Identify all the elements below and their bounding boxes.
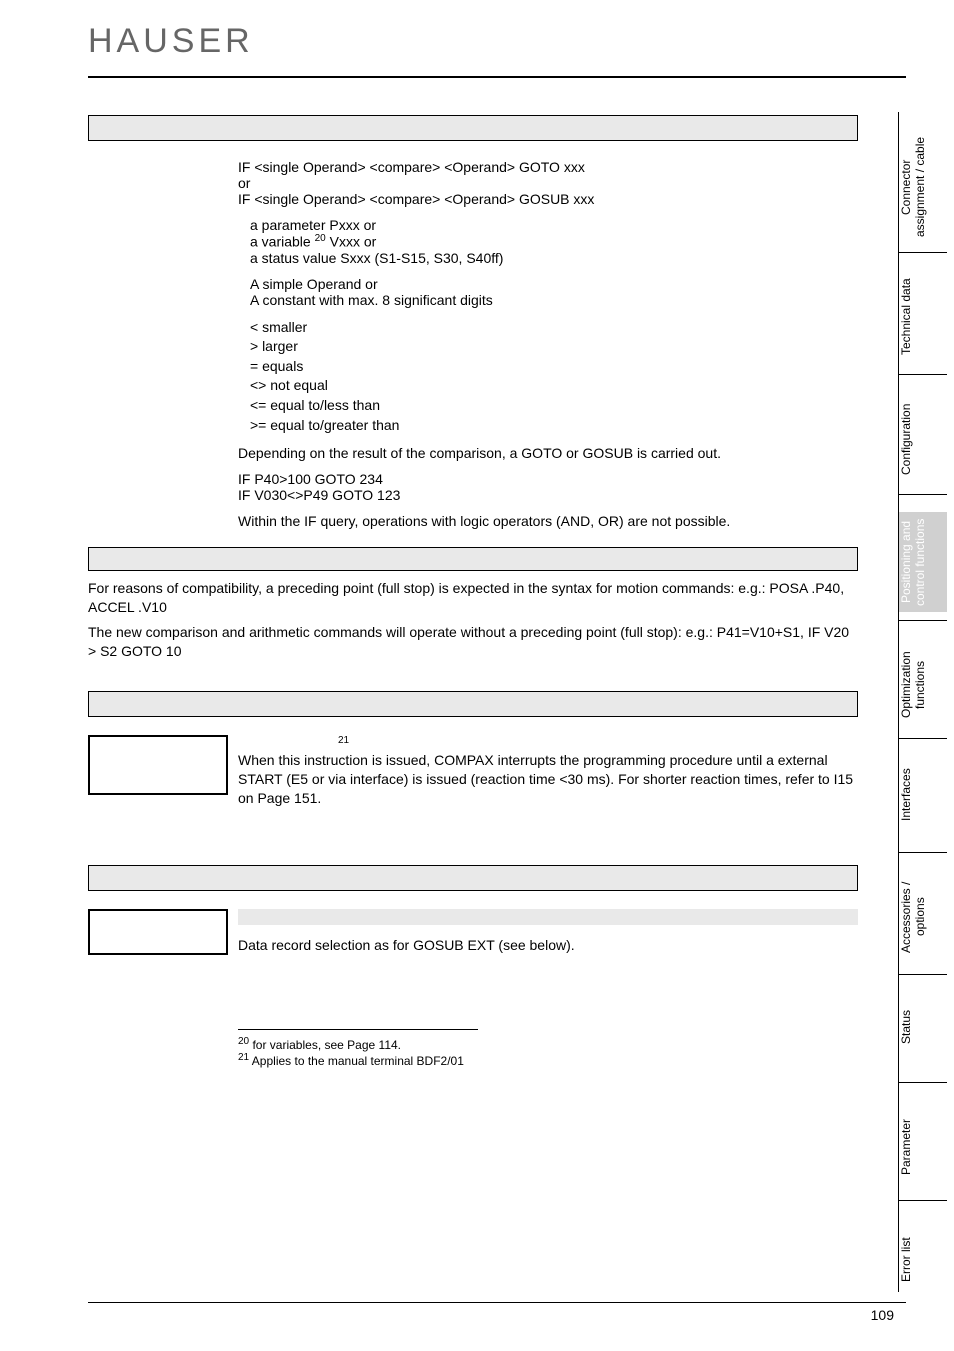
operand-def-line-3: a status value Sxxx (S1-S15, S30, S40ff) (250, 250, 858, 266)
goto-ext-sub-bar (238, 909, 858, 925)
footnote-text-21: Applies to the manual terminal BDF2/01 (249, 1054, 464, 1068)
command-box-goto-ext (88, 909, 228, 955)
operand-b-line-2: A constant with max. 8 significant digit… (250, 292, 858, 308)
example-1: IF P40>100 GOTO 234 (238, 471, 858, 487)
operand-def-line-2-pre: a variable (250, 234, 315, 250)
sidebar-tab-positioning: Positioning and control functions (899, 512, 947, 612)
sidebar-tabs: Connector assignment / cable Technical d… (898, 112, 948, 1292)
goto-ext-text: Data record selection as for GOSUB EXT (… (238, 937, 858, 953)
example-2: IF V030<>P49 GOTO 123 (238, 487, 858, 503)
sidebar-tab-status: Status (899, 1002, 947, 1052)
syntax-or: or (238, 175, 858, 191)
sidebar-tab-parameter: Parameter (899, 1112, 947, 1182)
footnote-text-20: for variables, see Page 114. (249, 1038, 401, 1052)
brand-logo: HAUSER (88, 22, 254, 61)
bottom-rule (88, 1302, 906, 1303)
sidebar-tab-technical-data: Technical data (899, 272, 947, 362)
section-bar-wait-start (88, 691, 858, 717)
command-box-wait-start (88, 735, 228, 795)
sidebar-tab-connector-line1: Connector (899, 159, 913, 214)
compare-op-le: <= equal to/less than (250, 396, 858, 416)
section-bar-if-query (88, 115, 858, 141)
sidebar-tab-interfaces: Interfaces (899, 760, 947, 830)
depending-text: Depending on the result of the compariso… (238, 445, 858, 461)
footnote-num-20: 20 (238, 1036, 249, 1047)
sidebar-tab-accessories-line1: Accessories / (899, 881, 913, 952)
compare-op-ne: <> not equal (250, 376, 858, 396)
operand-def-line-1: a parameter Pxxx or (250, 217, 858, 233)
syntax-line-2: IF <single Operand> <compare> <Operand> … (238, 191, 858, 207)
compare-op-ge: >= equal to/greater than (250, 416, 858, 436)
operand-def-line-2-post: Vxxx or (326, 234, 377, 250)
compatibility-note-2: The new comparison and arithmetic comman… (88, 623, 858, 661)
footnotes-block: 20 for variables, see Page 114. 21 Appli… (238, 1029, 478, 1068)
if-query-note: Within the IF query, operations with log… (238, 513, 858, 529)
sidebar-tab-positioning-line1: Positioning and (899, 521, 913, 603)
syntax-line-1: IF <single Operand> <compare> <Operand> … (238, 159, 858, 175)
compare-op-gt: > larger (250, 337, 858, 357)
sidebar-tab-accessories: Accessories / options (899, 872, 947, 962)
wait-start-text: When this instruction is issued, COMPAX … (238, 751, 858, 808)
sidebar-tab-positioning-line2: control functions (913, 518, 927, 605)
sidebar-tab-optimization-line2: functions (913, 661, 927, 709)
note-bar (88, 547, 858, 571)
sidebar-tab-connector-line2: assignment / cable (913, 137, 927, 237)
top-rule (88, 76, 906, 78)
sidebar-tab-optimization-line1: Optimization (899, 652, 913, 719)
sidebar-tab-configuration: Configuration (899, 394, 947, 484)
page-number: 109 (871, 1307, 894, 1323)
section-bar-goto-ext (88, 865, 858, 891)
operand-b-line-1: A simple Operand or (250, 276, 858, 292)
operand-def-line-2: a variable 20 Vxxx or (250, 233, 858, 250)
footnote-ref-20: 20 (315, 233, 326, 244)
compare-op-lt: < smaller (250, 318, 858, 338)
footnote-ref-21: 21 (338, 735, 349, 746)
sidebar-tab-connector: Connector assignment / cable (899, 132, 947, 242)
footnote-num-21: 21 (238, 1052, 249, 1063)
sidebar-tab-optimization: Optimization functions (899, 640, 947, 730)
sidebar-tab-accessories-line2: options (913, 898, 927, 937)
sidebar-tab-error-list: Error list (899, 1230, 947, 1290)
compatibility-note-1: For reasons of compatibility, a precedin… (88, 579, 858, 617)
compare-op-eq: = equals (250, 357, 858, 377)
